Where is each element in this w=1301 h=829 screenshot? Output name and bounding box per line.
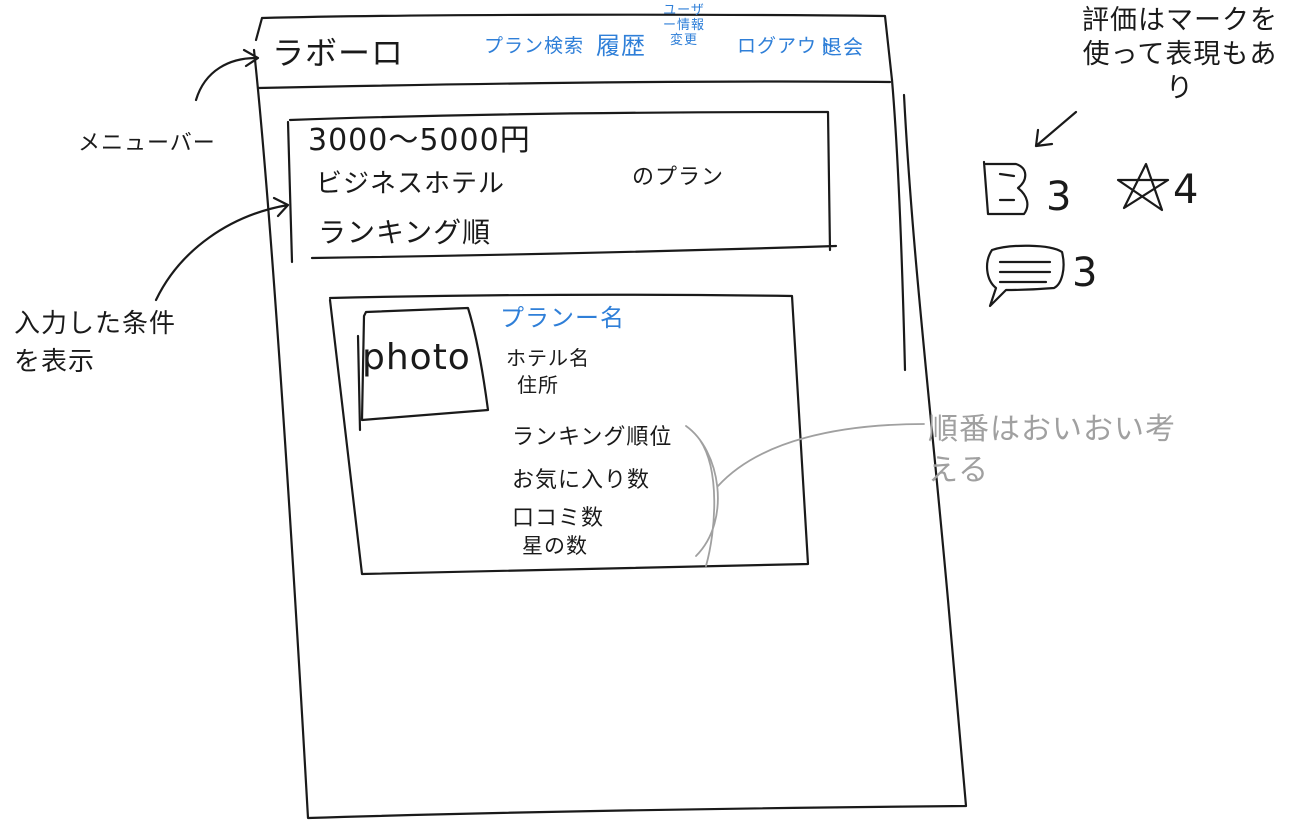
address: 住所 xyxy=(517,373,559,397)
review-count: 3 xyxy=(1072,250,1099,296)
photo-placeholder: photo xyxy=(362,337,471,378)
metric-ranking: ランキング順位 xyxy=(512,425,673,450)
speech-bubble-icon xyxy=(986,244,1065,308)
star-count: 4 xyxy=(1173,167,1200,213)
condition-order: ランキング順 xyxy=(318,216,492,249)
nav-plan-search[interactable]: プラン検索 xyxy=(484,36,584,57)
rating-note-arrow xyxy=(1034,110,1078,148)
metric-stars: 星の数 xyxy=(522,534,588,558)
condition-suffix: のプラン xyxy=(632,165,725,190)
nav-history[interactable]: 履歴 xyxy=(596,33,646,60)
menu-bar-divider xyxy=(256,80,892,90)
app-title: ラボーロ xyxy=(272,34,405,72)
order-note: 順番はおいおい考える xyxy=(928,412,1176,488)
order-note-connector xyxy=(717,423,925,487)
menu-bar-label: メニューバー xyxy=(78,131,216,156)
condition-price: 3000～5000円 xyxy=(308,123,531,158)
metric-favorites: お気に入り数 xyxy=(512,468,651,493)
bookmark-count: 3 xyxy=(1046,174,1073,220)
star-icon xyxy=(1116,162,1170,212)
nav-withdraw[interactable]: 退会 xyxy=(822,36,864,58)
metric-reviews: 口コミ数 xyxy=(512,506,605,531)
bookmark-icon xyxy=(982,160,1029,216)
condition-hotel-type: ビジネスホテル xyxy=(316,169,506,199)
rating-note: 評価はマークを使って表現もあり xyxy=(1082,5,1278,104)
menu-bar-arrow xyxy=(194,48,260,102)
hotel-name: ホテル名 xyxy=(506,346,590,370)
input-conditions-label: 入力した条件を表示 xyxy=(14,309,177,377)
plan-name-link[interactable]: プランー名 xyxy=(500,305,625,332)
metrics-bracket xyxy=(685,425,719,567)
nav-user-info[interactable]: ユーザー情報変更 xyxy=(660,3,708,49)
